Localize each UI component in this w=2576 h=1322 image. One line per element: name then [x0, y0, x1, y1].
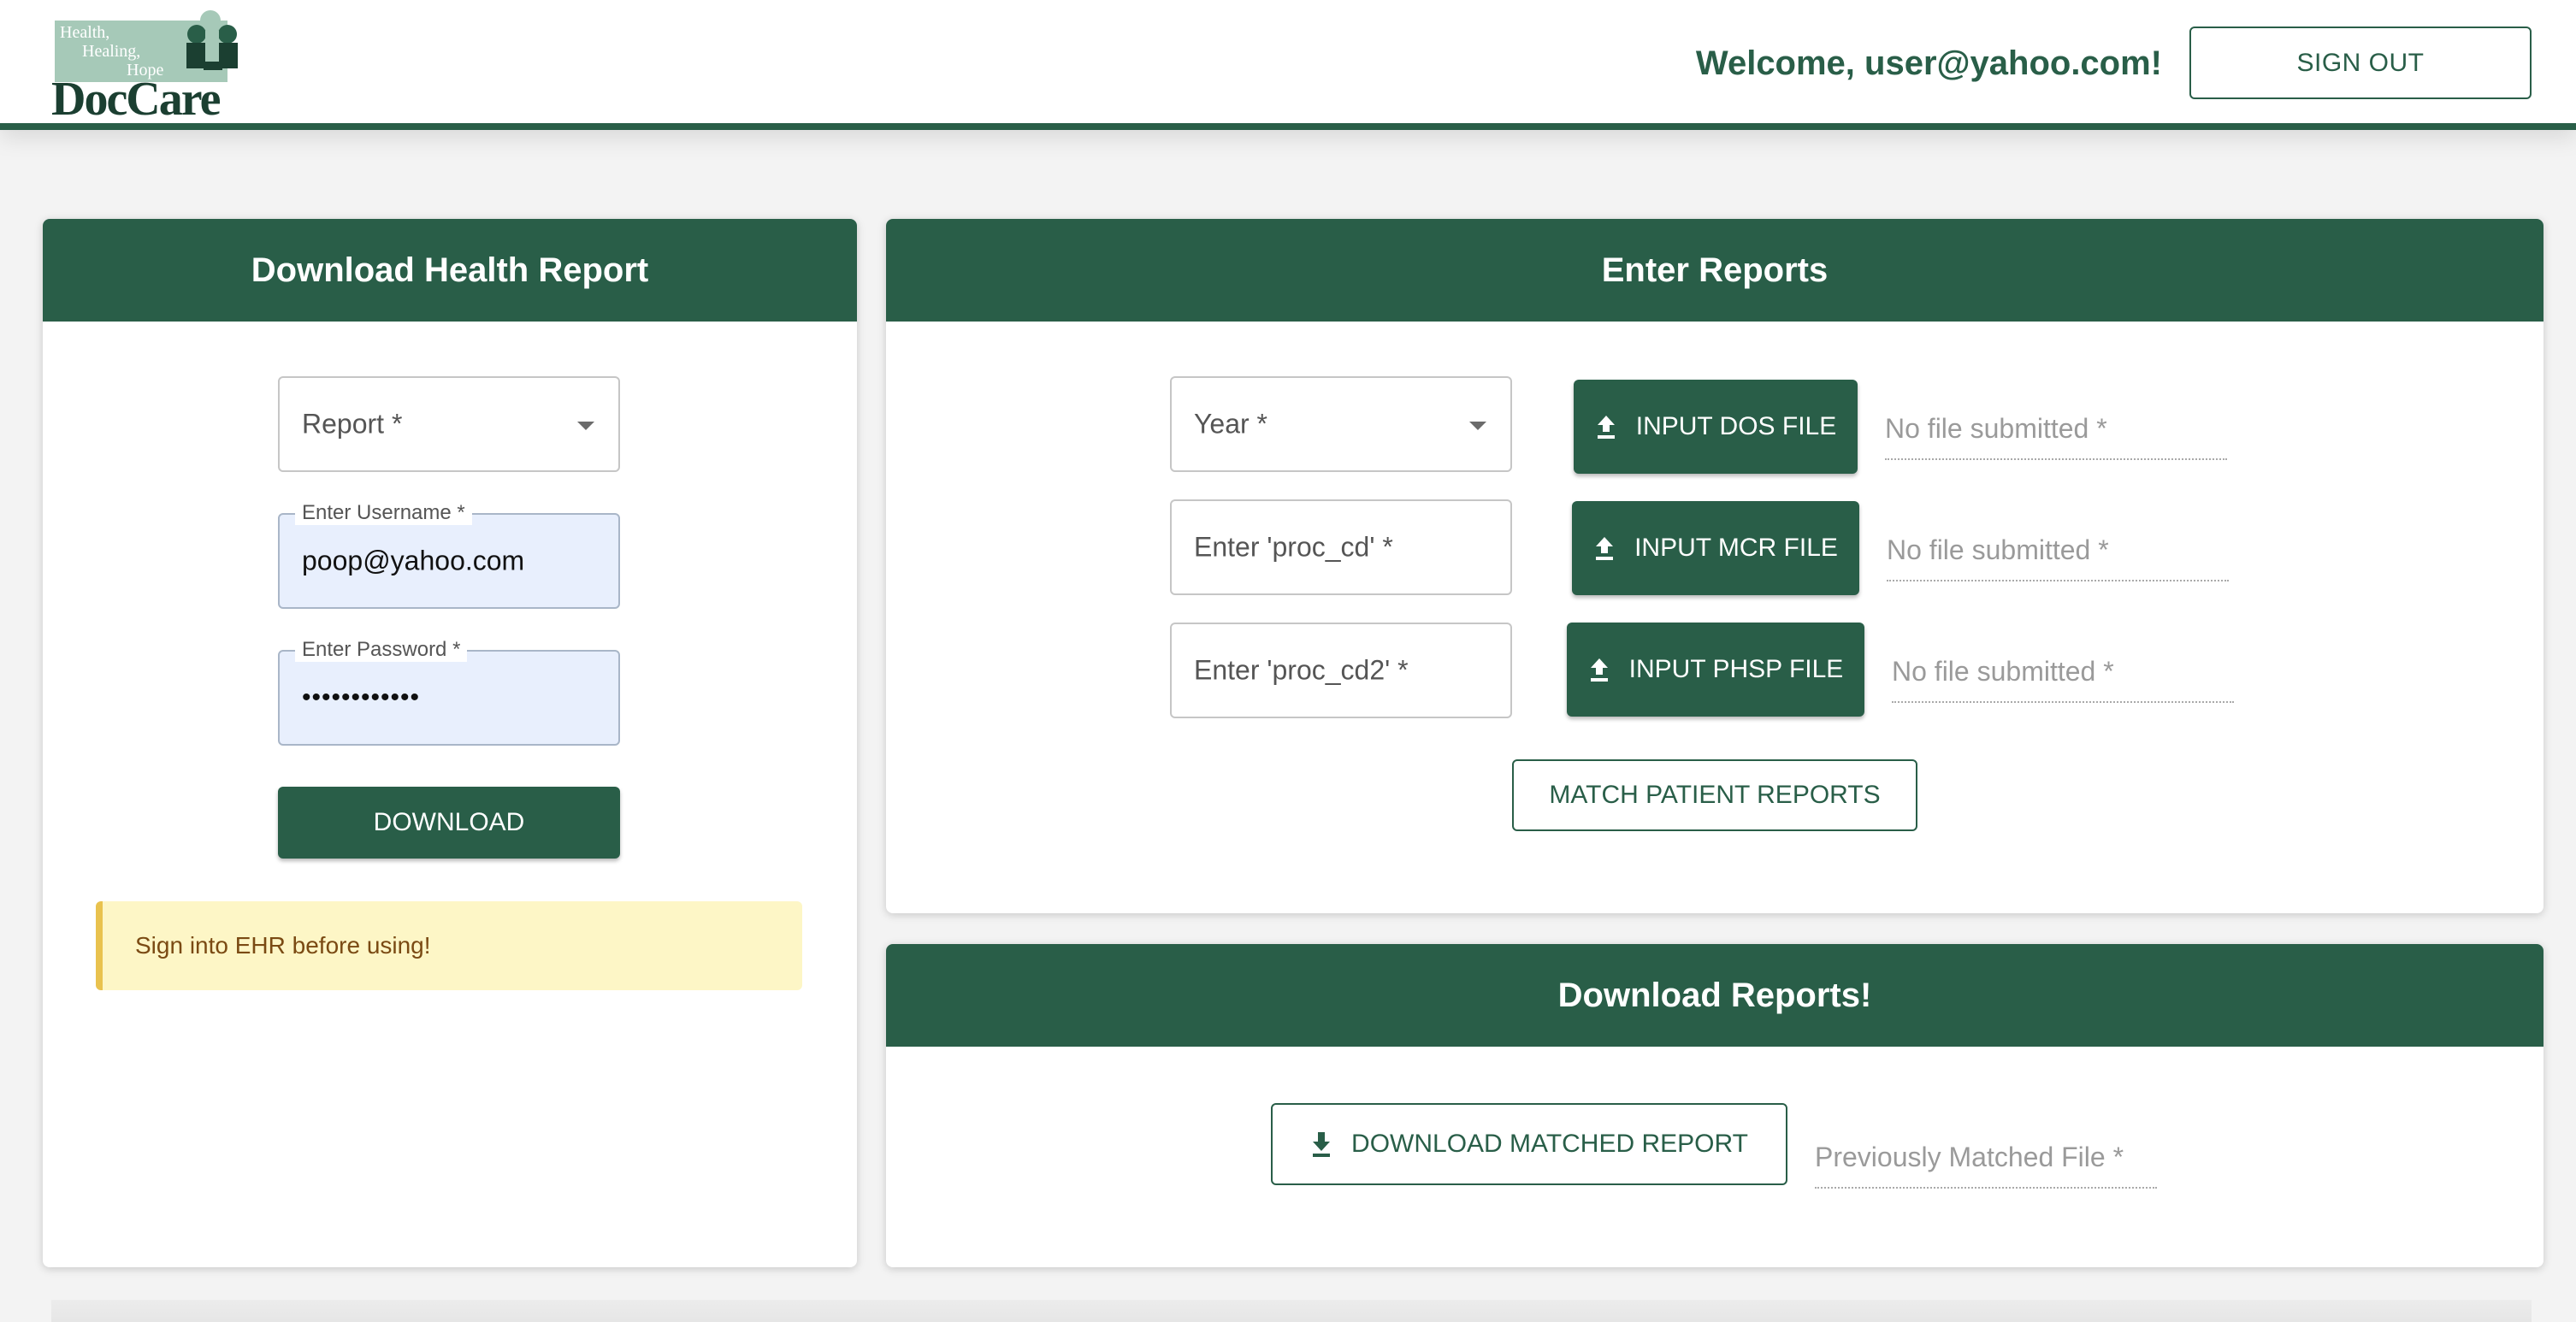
proc-cd2-placeholder: Enter 'proc_cd2' * [1194, 654, 1409, 686]
year-select[interactable]: Year * [1170, 376, 1512, 472]
input-mcr-file-label: INPUT MCR FILE [1634, 534, 1838, 562]
chevron-down-icon [1469, 422, 1486, 430]
upload-icon [1593, 535, 1616, 561]
logo-tagline-1: Health, [60, 23, 110, 42]
download-matched-report-label: DOWNLOAD MATCHED REPORT [1351, 1130, 1748, 1158]
upload-icon [1588, 657, 1610, 682]
year-select-label: Year * [1194, 408, 1267, 440]
logo-tagline-2: Healing, [82, 42, 141, 61]
report-select-label: Report * [302, 408, 403, 440]
proc-cd-placeholder: Enter 'proc_cd' * [1194, 531, 1393, 563]
username-value: poop@yahoo.com [302, 545, 525, 576]
match-patient-reports-button[interactable]: MATCH PATIENT REPORTS [1512, 759, 1917, 831]
download-button[interactable]: DOWNLOAD [278, 787, 620, 859]
input-phsp-file-button[interactable]: INPUT PHSP FILE [1567, 623, 1864, 717]
password-value: •••••••••••• [302, 683, 421, 711]
input-phsp-file-label: INPUT PHSP FILE [1628, 655, 1844, 683]
username-field[interactable]: Enter Username * poop@yahoo.com [278, 501, 620, 609]
username-label: Enter Username * [295, 501, 472, 525]
password-label: Enter Password * [295, 638, 468, 662]
card-title: Download Health Report [43, 219, 857, 322]
phsp-file-status: No file submitted * [1892, 641, 2234, 703]
chevron-down-icon [577, 422, 594, 430]
card-title: Enter Reports [886, 219, 2544, 322]
download-matched-report-button[interactable]: DOWNLOAD MATCHED REPORT [1271, 1103, 1787, 1185]
input-dos-file-button[interactable]: INPUT DOS FILE [1574, 380, 1858, 474]
logo-people-icon [186, 10, 238, 70]
mcr-file-status: No file submitted * [1887, 520, 2229, 581]
download-reports-card: Download Reports! DOWNLOAD MATCHED REPOR… [886, 944, 2544, 1267]
page-bottom-edge [51, 1300, 2532, 1322]
dos-file-status: No file submitted * [1885, 398, 2227, 460]
proc-cd2-input[interactable]: Enter 'proc_cd2' * [1170, 623, 1512, 718]
doccare-logo[interactable]: Health, Healing, Hope DocCare [51, 9, 248, 123]
previous-matched-file: Previously Matched File * [1815, 1127, 2157, 1189]
password-field[interactable]: Enter Password * •••••••••••• [278, 638, 620, 746]
app-header: Health, Healing, Hope DocCare Welcome, u… [0, 0, 2576, 130]
ehr-warning-alert: Sign into EHR before using! [96, 901, 802, 990]
card-title: Download Reports! [886, 944, 2544, 1047]
proc-cd-input[interactable]: Enter 'proc_cd' * [1170, 499, 1512, 595]
report-select[interactable]: Report * [278, 376, 620, 472]
input-mcr-file-button[interactable]: INPUT MCR FILE [1572, 501, 1859, 595]
download-icon [1310, 1130, 1332, 1158]
sign-out-button[interactable]: SIGN OUT [2189, 27, 2532, 99]
download-health-report-card: Download Health Report Report * Enter Us… [43, 219, 857, 1267]
upload-icon [1595, 414, 1617, 440]
enter-reports-card: Enter Reports Year * INPUT DOS FILE No f… [886, 219, 2544, 913]
logo-brand-name: DocCare [51, 73, 221, 126]
input-dos-file-label: INPUT DOS FILE [1635, 412, 1837, 440]
welcome-message: Welcome, user@yahoo.com! [1695, 44, 2162, 82]
